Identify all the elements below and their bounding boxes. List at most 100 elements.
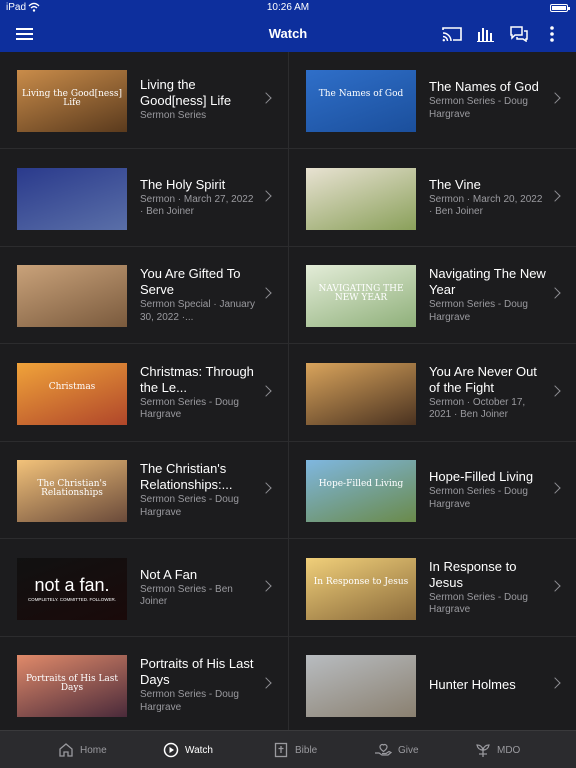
sermon-meta: Sermon Series - Ben Joiner: [140, 583, 233, 608]
sermon-meta: Sermon · October 17, 2021 · Ben Joiner: [429, 396, 526, 421]
chevron-right-icon: [260, 677, 272, 689]
chevron-right-icon: [260, 92, 272, 104]
sermon-thumbnail: [306, 655, 416, 717]
sermon-meta: Sermon Series - Doug Hargrave: [140, 396, 239, 421]
sermon-thumbnail: Portraits of His Last Days: [17, 655, 127, 717]
sermon-text: Navigating The New Year Sermon Series - D…: [429, 247, 547, 343]
sermon-meta: Sermon Series - Doug Hargrave: [140, 689, 239, 713]
sermon-card[interactable]: Portraits of His Last Days Portraits of H…: [0, 637, 288, 730]
sermon-thumbnail: Living the Good[ness] Life: [17, 70, 127, 132]
sermon-thumbnail: In Response to Jesus: [306, 557, 416, 620]
thumbnail-subtitle: COMPLETELY. COMMITTED. FOLLOWER.: [27, 596, 117, 602]
chevron-right-icon: [260, 384, 272, 397]
play-circle-icon: [163, 742, 179, 758]
thumbnail-title: The Christian's Relationships: [37, 479, 107, 499]
chevron-right-icon: [549, 287, 561, 299]
sprout-icon: [476, 744, 490, 757]
tab-watch[interactable]: Watch: [163, 731, 213, 768]
thumbnail-title: Living the Good[ness] Life: [21, 89, 122, 109]
sermon-title: You Are Gifted To Serve: [140, 266, 241, 297]
sermon-card[interactable]: not a fan. COMPLETELY. COMMITTED. FOLLOWE…: [0, 540, 288, 637]
chevron-right-icon: [549, 189, 561, 202]
sermon-text: Portraits of His Last Days Sermon Series …: [140, 637, 258, 730]
sermon-thumbnail: The Names of God: [306, 70, 416, 132]
sermon-title: Not A Fan: [140, 566, 198, 582]
sermon-thumbnail: [17, 265, 127, 327]
sermon-title: Christmas: Through the Le...: [140, 363, 254, 395]
sermon-card[interactable]: NAVIGATING THE NEW YEAR Navigating The Ne…: [289, 247, 576, 344]
sermon-card[interactable]: You Are Never Out of the Fight Sermon · O…: [289, 345, 576, 442]
sermon-card[interactable]: Christmas Christmas: Through the Le... Ser…: [0, 345, 288, 442]
sermon-title: Navigating The New Year: [429, 266, 546, 297]
sermon-meta: Sermon Series: [140, 110, 207, 122]
thumbnail-title: NAVIGATING THE NEW YEAR: [318, 284, 404, 304]
chevron-right-icon: [549, 579, 561, 592]
sermon-text: Living the Good[ness] Life Sermon Series: [140, 52, 258, 148]
sermon-thumbnail: Hope-Filled Living: [306, 460, 416, 522]
sermon-title: The Names of God: [429, 79, 539, 94]
tab-home[interactable]: Home: [58, 731, 107, 768]
tab-bible[interactable]: Bible: [273, 731, 317, 768]
sermon-card[interactable]: Hunter Holmes: [289, 637, 576, 730]
sermon-text: The Vine Sermon · March 20, 2022 · Ben Jo…: [429, 150, 547, 246]
sermon-title: Living the Good[ness] Life: [140, 77, 232, 109]
sermon-meta: Sermon · March 27, 2022 · Ben Joiner: [140, 193, 254, 218]
chevron-right-icon: [260, 579, 272, 592]
sermon-text: The Christian's Relationships:... Sermon …: [140, 442, 258, 538]
tab-give[interactable]: Give: [374, 731, 419, 768]
status-bar: iPad 10:26 AM: [0, 0, 576, 16]
sermon-thumbnail: The Christian's Relationships: [17, 460, 127, 522]
chevron-right-icon: [549, 92, 561, 104]
navigation-bar: Watch: [0, 16, 576, 52]
sermon-title: The Holy Spirit: [140, 176, 226, 192]
sermon-thumbnail: [306, 362, 416, 425]
thumbnail-title: In Response to Jesus: [313, 576, 409, 587]
sermon-text: You Are Never Out of the Fight Sermon · O…: [429, 345, 547, 441]
tab-label: Give: [398, 744, 419, 756]
sermon-title: In Response to Jesus: [429, 558, 517, 590]
sermon-title: Hunter Holmes: [429, 677, 516, 692]
sermon-title: Hope-Filled Living: [429, 469, 534, 484]
chevron-right-icon: [260, 287, 272, 299]
sermon-card[interactable]: The Vine Sermon · March 20, 2022 · Ben Jo…: [289, 150, 576, 247]
sermon-card[interactable]: You Are Gifted To Serve Sermon Special · …: [0, 247, 288, 344]
sermon-card[interactable]: Hope-Filled Living Hope-Filled Living Serm…: [289, 442, 576, 539]
sermon-text: Christmas: Through the Le... Sermon Serie…: [140, 345, 258, 441]
sermon-card[interactable]: In Response to Jesus In Response to Jesus…: [289, 540, 576, 637]
sermon-meta: Sermon Series - Doug Hargrave: [429, 591, 528, 616]
sermon-text: Hunter Holmes: [429, 637, 547, 730]
sermon-meta: Sermon Special · January 30, 2022 ·...: [140, 299, 256, 323]
give-icon: [375, 744, 392, 756]
tab-bar: Home Watch Bible Give MDO: [0, 730, 576, 768]
tab-label: Bible: [295, 744, 318, 756]
chevron-right-icon: [549, 677, 561, 689]
sermon-text: In Response to Jesus Sermon Series - Doug…: [429, 540, 547, 636]
sermon-card[interactable]: The Christian's Relationships The Christi…: [0, 442, 288, 539]
sermon-thumbnail: [306, 167, 416, 230]
audio-bars-icon[interactable]: [474, 22, 498, 46]
chevron-right-icon: [549, 384, 561, 397]
sermon-title: You Are Never Out of the Fight: [429, 363, 537, 395]
thumbnail-title: Christmas: [48, 381, 96, 392]
sermon-meta: Sermon Series - Doug Hargrave: [140, 494, 239, 518]
sermon-thumbnail: not a fan. COMPLETELY. COMMITTED. FOLLOWE…: [17, 557, 127, 620]
sermon-meta: Sermon Series - Doug Hargrave: [429, 96, 528, 120]
more-vertical-icon[interactable]: [540, 22, 564, 46]
tab-mdo[interactable]: MDO: [475, 731, 520, 768]
sermon-card[interactable]: The Holy Spirit Sermon · March 27, 2022 ·…: [0, 150, 288, 247]
sermon-card[interactable]: The Names of God The Names of God Sermon S…: [289, 52, 576, 149]
sermon-text: The Names of God Sermon Series - Doug Har…: [429, 52, 547, 148]
sermon-meta: Sermon Series - Doug Hargrave: [429, 299, 528, 323]
home-icon: [59, 743, 73, 757]
cast-icon[interactable]: [440, 22, 464, 46]
status-time: 10:26 AM: [266, 2, 310, 13]
sermon-title: The Christian's Relationships:...: [140, 461, 233, 492]
chat-icon[interactable]: [507, 22, 531, 46]
sermon-text: Not A Fan Sermon Series - Ben Joiner: [140, 540, 258, 636]
battery-icon: [550, 4, 570, 12]
sermon-text: You Are Gifted To Serve Sermon Special · …: [140, 247, 258, 343]
sermon-card[interactable]: Living the Good[ness] Life Living the Goo…: [0, 52, 288, 149]
tab-label: MDO: [497, 744, 521, 756]
tab-label: Watch: [185, 744, 213, 756]
sermon-meta: Sermon · March 20, 2022 · Ben Joiner: [429, 193, 543, 218]
